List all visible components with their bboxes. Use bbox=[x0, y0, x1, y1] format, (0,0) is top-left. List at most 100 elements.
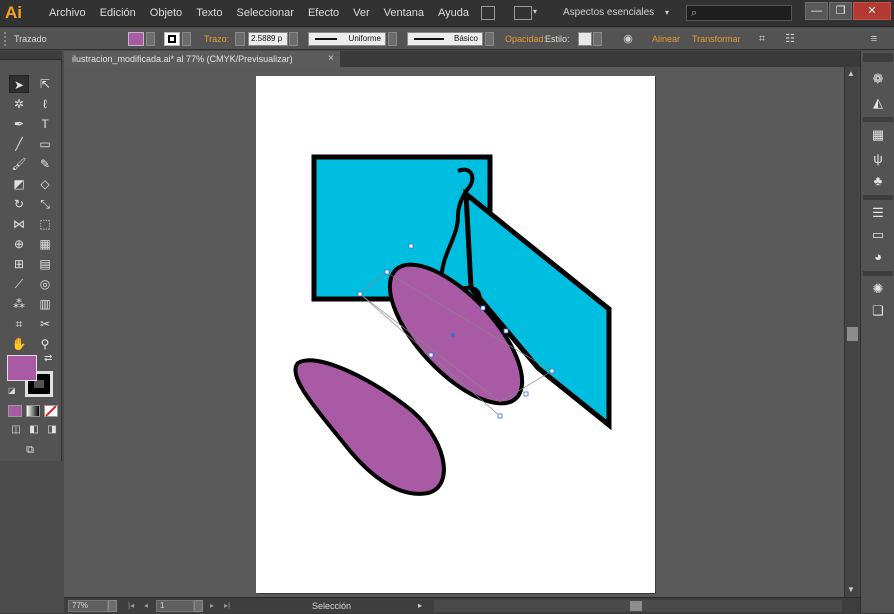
scroll-down-icon[interactable]: ▼ bbox=[847, 585, 855, 594]
transform-label[interactable]: Transformar bbox=[692, 28, 741, 50]
color-guide-icon[interactable]: ❁ bbox=[869, 71, 887, 87]
current-tool-status[interactable]: Selección bbox=[312, 598, 351, 614]
profile-dropdown[interactable] bbox=[388, 32, 397, 46]
zoom-tool-icon[interactable]: ⚲ bbox=[35, 335, 55, 353]
previous-artboard-icon[interactable]: ◂ bbox=[144, 598, 148, 614]
type-tool-icon[interactable]: T bbox=[35, 115, 55, 133]
lasso-tool-icon[interactable]: ℓ bbox=[35, 95, 55, 113]
menu-efecto[interactable]: Efecto bbox=[301, 0, 346, 27]
selection-tool-icon[interactable]: ➤ bbox=[9, 75, 29, 93]
horizontal-scroll-thumb[interactable] bbox=[630, 601, 642, 611]
eyedropper-tool-icon[interactable]: ⟋ bbox=[9, 275, 29, 293]
stroke-weight-input[interactable]: 2.5889 p bbox=[248, 32, 288, 46]
symbols-icon[interactable]: ♣ bbox=[869, 173, 887, 189]
close-button[interactable]: ✕ bbox=[853, 2, 891, 20]
document-tab-close-icon[interactable]: × bbox=[328, 51, 334, 67]
arrange-dropdown-arrow-icon[interactable]: ▾ bbox=[533, 7, 537, 16]
menu-ayuda[interactable]: Ayuda bbox=[431, 0, 476, 27]
pen-tool-icon[interactable]: ✒ bbox=[9, 115, 29, 133]
draw-behind-icon[interactable]: ◧ bbox=[24, 421, 44, 439]
draw-inside-icon[interactable]: ◨ bbox=[42, 421, 62, 439]
graphic-style-swatch[interactable] bbox=[578, 32, 592, 46]
fill-dropdown[interactable] bbox=[146, 32, 155, 46]
arrange-documents-icon[interactable] bbox=[514, 6, 532, 20]
canvas-area[interactable] bbox=[64, 67, 844, 597]
artboard-tool-icon[interactable]: ⌗ bbox=[9, 315, 29, 333]
menu-objeto[interactable]: Objeto bbox=[143, 0, 189, 27]
transparency-panel-icon[interactable]: ◕ bbox=[869, 249, 887, 265]
search-input[interactable]: ⌕ bbox=[686, 5, 792, 21]
last-artboard-icon[interactable]: ▸| bbox=[224, 598, 230, 614]
align-label[interactable]: Alinear bbox=[652, 28, 680, 50]
stroke-weight-stepper[interactable] bbox=[235, 32, 245, 46]
gradient-tool-icon[interactable]: ▤ bbox=[35, 255, 55, 273]
blend-tool-icon[interactable]: ◎ bbox=[35, 275, 55, 293]
restore-button[interactable]: ❐ bbox=[829, 2, 852, 20]
layers-panel-icon[interactable]: ❏ bbox=[869, 303, 887, 319]
fill-color-box[interactable] bbox=[7, 355, 37, 381]
isolate-object-icon[interactable]: ⌗ bbox=[756, 33, 768, 45]
horizontal-scrollbar[interactable] bbox=[434, 600, 842, 612]
direct-selection-tool-icon[interactable]: ⇱ bbox=[35, 75, 55, 93]
blob-brush-tool-icon[interactable]: ◩ bbox=[9, 175, 29, 193]
gradient-panel-icon[interactable]: ▭ bbox=[869, 227, 887, 243]
panel-menu-icon[interactable]: ≡ bbox=[868, 33, 880, 45]
document-tab[interactable]: ilustracion_modificada.ai* al 77% (CMYK/… bbox=[64, 51, 340, 67]
paintbrush-tool-icon[interactable]: 🖌 bbox=[9, 155, 29, 173]
magenta-teardrop[interactable] bbox=[293, 358, 446, 496]
variable-width-profile[interactable]: Uniforme bbox=[308, 32, 386, 46]
menu-edicion[interactable]: Edición bbox=[93, 0, 143, 27]
stroke-swatch[interactable] bbox=[164, 32, 180, 46]
artboard[interactable] bbox=[256, 76, 655, 593]
rectangle-tool-icon[interactable]: ▭ bbox=[35, 135, 55, 153]
pencil-tool-icon[interactable]: ✎ bbox=[35, 155, 55, 173]
perspective-grid-tool-icon[interactable]: ▦ bbox=[35, 235, 55, 253]
swap-fill-stroke-icon[interactable]: ⇄ bbox=[44, 353, 52, 364]
style-dropdown[interactable] bbox=[593, 32, 602, 46]
draw-normal-icon[interactable]: ◫ bbox=[6, 421, 26, 439]
workspace-switcher[interactable]: Aspectos esenciales ▾ bbox=[557, 4, 679, 22]
minimize-button[interactable]: — bbox=[805, 2, 828, 20]
menu-archivo[interactable]: Archivo bbox=[42, 0, 93, 27]
shape-builder-tool-icon[interactable]: ⊕ bbox=[9, 235, 29, 253]
brush-definition[interactable]: Básico bbox=[407, 32, 483, 46]
tools-panel-header[interactable] bbox=[0, 51, 62, 60]
symbol-sprayer-tool-icon[interactable]: ⁂ bbox=[9, 295, 29, 313]
none-mode-button[interactable] bbox=[44, 405, 58, 417]
appearance-panel-icon[interactable]: ✺ bbox=[869, 281, 887, 297]
scroll-up-icon[interactable]: ▲ bbox=[847, 69, 855, 78]
brush-dropdown[interactable] bbox=[485, 32, 494, 46]
first-artboard-icon[interactable]: |◂ bbox=[128, 598, 134, 614]
color-mode-button[interactable] bbox=[8, 405, 22, 417]
default-fill-stroke-icon[interactable]: ◪ bbox=[8, 386, 16, 395]
control-bar-grip[interactable] bbox=[4, 32, 8, 46]
rotate-tool-icon[interactable]: ↻ bbox=[9, 195, 29, 213]
scale-tool-icon[interactable]: ⤡ bbox=[35, 195, 55, 213]
gradient-mode-button[interactable] bbox=[26, 405, 40, 417]
stroke-panel-icon[interactable]: ☰ bbox=[869, 205, 887, 221]
arrange-panel-icon[interactable]: ☷ bbox=[784, 33, 796, 45]
status-menu-arrow-icon[interactable]: ▸ bbox=[418, 598, 422, 614]
eraser-tool-icon[interactable]: ◇ bbox=[35, 175, 55, 193]
stroke-weight-dropdown[interactable] bbox=[289, 32, 298, 46]
color-panel-icon[interactable]: ◭ bbox=[869, 95, 887, 111]
screen-mode-icon[interactable]: ⧉ bbox=[20, 441, 40, 459]
vertical-scrollbar[interactable]: ▲ ▼ bbox=[844, 67, 859, 597]
swatches-icon[interactable]: ▦ bbox=[869, 127, 887, 143]
free-transform-tool-icon[interactable]: ⬚ bbox=[35, 215, 55, 233]
dock-header[interactable] bbox=[863, 53, 893, 62]
zoom-level-field[interactable]: 77% bbox=[68, 600, 108, 612]
artboard-number-field[interactable]: 1 bbox=[156, 600, 194, 612]
menu-texto[interactable]: Texto bbox=[189, 0, 229, 27]
stroke-label[interactable]: Trazo: bbox=[204, 28, 229, 50]
vertical-scroll-thumb[interactable] bbox=[847, 327, 858, 341]
opacity-label[interactable]: Opacidad: bbox=[505, 28, 546, 50]
artboard-dropdown[interactable] bbox=[194, 600, 203, 612]
menu-seleccionar[interactable]: Seleccionar bbox=[229, 0, 300, 27]
bridge-icon[interactable] bbox=[481, 6, 495, 20]
hand-tool-icon[interactable]: ✋ bbox=[9, 335, 29, 353]
zoom-dropdown[interactable] bbox=[108, 600, 117, 612]
column-graph-tool-icon[interactable]: ▥ bbox=[35, 295, 55, 313]
stroke-dropdown[interactable] bbox=[182, 32, 191, 46]
next-artboard-icon[interactable]: ▸ bbox=[210, 598, 214, 614]
